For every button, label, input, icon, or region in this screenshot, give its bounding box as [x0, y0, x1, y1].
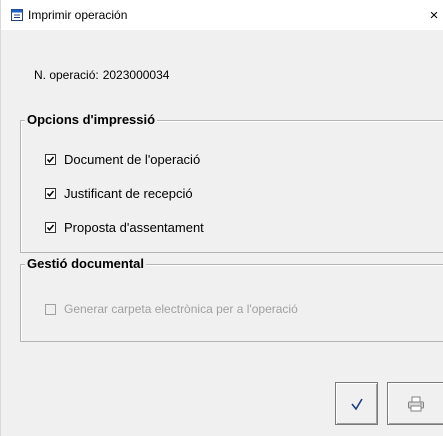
operation-number-row: N. operació: 2023000034 — [34, 68, 173, 82]
receipt-checkbox[interactable] — [45, 188, 56, 199]
checkbox-row-receipt[interactable]: Justificant de recepció — [45, 186, 193, 201]
operation-document-label: Document de l'operació — [64, 152, 201, 167]
operation-document-checkbox[interactable] — [45, 154, 56, 165]
checkmark-icon — [46, 156, 55, 163]
entry-proposal-checkbox[interactable] — [45, 222, 56, 233]
checkbox-row-entry-proposal[interactable]: Proposta d'assentament — [45, 220, 204, 235]
checkbox-row-electronic-folder[interactable]: Generar carpeta electrònica per a l'oper… — [45, 302, 298, 316]
title-bar: Imprimir operación × — [1, 0, 443, 30]
print-operation-dialog: Imprimir operación × N. operació: 2023000… — [0, 0, 443, 436]
close-icon: × — [429, 6, 439, 24]
print-options-group: Opcions d'impressió Document de l'operac… — [20, 112, 443, 253]
close-button[interactable]: × — [424, 0, 443, 30]
checkmark-icon — [350, 398, 363, 410]
checkmark-icon — [46, 224, 55, 231]
operation-number-value: 2023000034 — [102, 68, 170, 82]
operation-number-label: N. operació: — [34, 68, 99, 82]
print-options-legend: Opcions d'impressió — [25, 112, 158, 127]
checkbox-row-operation-document[interactable]: Document de l'operació — [45, 152, 200, 167]
checkmark-icon — [46, 190, 55, 197]
print-dialog-icon — [11, 9, 23, 21]
print-button[interactable] — [387, 382, 443, 425]
window-title: Imprimir operación — [28, 8, 128, 22]
receipt-label: Justificant de recepció — [64, 186, 193, 201]
electronic-folder-label: Generar carpeta electrònica per a l'oper… — [64, 302, 298, 316]
ok-button[interactable] — [335, 382, 378, 425]
document-management-group: Gestió documental Generar carpeta electr… — [20, 256, 443, 342]
entry-proposal-label: Proposta d'assentament — [64, 220, 204, 235]
document-management-legend: Gestió documental — [25, 256, 147, 271]
electronic-folder-checkbox[interactable] — [45, 303, 56, 315]
printer-icon — [408, 396, 424, 411]
